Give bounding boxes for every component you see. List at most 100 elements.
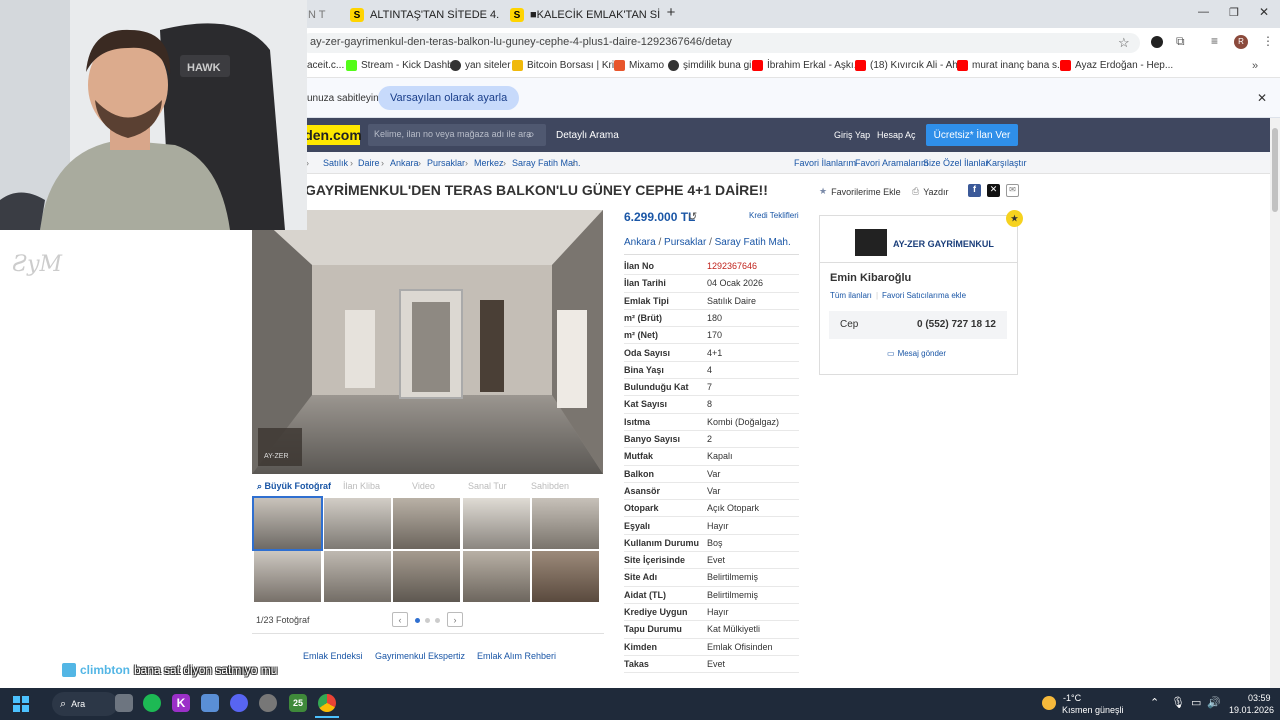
photo-thumbnail[interactable] <box>532 498 599 549</box>
bookmark-star-icon[interactable]: ☆ <box>1118 35 1130 51</box>
alim-rehberi-link[interactable]: Emlak Alım Rehberi <box>477 651 556 661</box>
special-ads-link[interactable]: Size Özel İlanlar <box>923 158 989 168</box>
close-window-icon[interactable]: ✕ <box>1259 5 1269 19</box>
set-default-button[interactable]: Varsayılan olarak ayarla <box>378 86 520 110</box>
ekspertiz-link[interactable]: Gayrimenkul Ekspertiz <box>375 651 465 661</box>
price-history-icon[interactable]: ↺ <box>688 210 697 223</box>
tray-expand-icon[interactable]: ⌃ <box>1150 696 1159 709</box>
browser-menu-icon[interactable]: ⋮ <box>1262 34 1274 48</box>
kick-app-icon[interactable]: K <box>172 694 190 712</box>
site-logo[interactable]: den.com <box>304 125 362 145</box>
x-share-icon[interactable]: ✕ <box>987 184 1000 197</box>
windows-start-icon[interactable] <box>13 696 29 712</box>
bookmark-item[interactable]: şimdilik buna gir <box>668 60 755 71</box>
facebook-share-icon[interactable]: f <box>968 184 981 197</box>
bookmark-item[interactable]: aceit.c... <box>307 60 344 71</box>
extensions-puzzle-icon[interactable]: ⧉ <box>1176 34 1185 49</box>
seller-logo[interactable] <box>855 229 887 256</box>
bookmark-item[interactable]: yan siteler <box>450 60 511 71</box>
clock-date[interactable]: 19.01.2026 <box>1229 705 1274 715</box>
breadcrumb-item[interactable]: Merkez <box>474 158 504 168</box>
breadcrumb-item[interactable]: Ankara <box>390 158 419 168</box>
tab-altintas[interactable]: S ALTINTAŞ'TAN SİTEDE 4.KAT 3+ ✕ <box>342 4 500 26</box>
photo-thumbnail[interactable] <box>393 498 460 549</box>
bookmark-item[interactable]: İbrahim Erkal - Aşkı... <box>752 60 862 71</box>
bookmark-item[interactable]: (18) Kıvırcık Ali - Ah... <box>855 60 966 71</box>
tab-kalecik[interactable]: S ■KALECİK EMLAK'TAN SİTE'DE ✕ <box>502 4 660 26</box>
app-icon[interactable]: 25 <box>289 694 307 712</box>
weather-sun-icon[interactable] <box>1042 696 1056 710</box>
breadcrumb-item[interactable]: Satılık <box>323 158 348 168</box>
add-favorite-button[interactable]: ★ Favorilerime Ekle <box>819 186 901 197</box>
next-page-button[interactable]: › <box>447 612 463 627</box>
tab-sahibinden[interactable]: Sahibden <box>531 481 569 491</box>
post-ad-button[interactable]: Ücretsiz* İlan Ver <box>926 124 1018 146</box>
profile-avatar[interactable]: R <box>1234 35 1248 49</box>
tab-large-photo[interactable]: ⌕ Büyük Fotoğraf <box>257 481 331 492</box>
breadcrumb-item[interactable]: Daire <box>358 158 380 168</box>
page-dot[interactable] <box>435 618 440 623</box>
photo-thumbnail[interactable] <box>323 551 391 602</box>
location-city[interactable]: Ankara <box>624 237 656 248</box>
app-icon[interactable] <box>201 694 219 712</box>
url-bar[interactable]: ay-zer-gayrimenkul-den-teras-balkon-lu-g… <box>300 33 1140 53</box>
detailed-search-link[interactable]: Detaylı Arama <box>556 130 619 141</box>
clock-time[interactable]: 03:59 <box>1248 693 1271 703</box>
media-controls-icon[interactable]: ≡ <box>1211 34 1218 48</box>
new-tab-button[interactable]: + <box>663 5 679 21</box>
tab-virtual-tour[interactable]: Sanal Tur <box>468 481 507 491</box>
microphone-icon[interactable]: 🎙 <box>1171 696 1185 709</box>
page-dot[interactable] <box>415 618 420 623</box>
volume-icon[interactable]: 🔊 <box>1207 696 1221 709</box>
photo-thumbnail[interactable] <box>532 551 599 602</box>
scrollbar-thumb[interactable] <box>1272 128 1278 212</box>
breadcrumb-item[interactable]: Pursaklar <box>427 158 465 168</box>
compare-link[interactable]: Karşılaştır <box>986 158 1027 168</box>
photo-thumbnail[interactable] <box>323 498 391 549</box>
obs-icon[interactable] <box>259 694 277 712</box>
close-infobar-icon[interactable]: ✕ <box>1257 91 1267 105</box>
photo-thumbnail[interactable] <box>254 551 321 602</box>
bookmark-item[interactable]: Ayaz Erdoğan - Hep... <box>1060 60 1173 71</box>
display-icon[interactable]: ▭ <box>1191 696 1201 709</box>
credit-offers-link[interactable]: Kredi Teklifleri <box>749 211 799 220</box>
email-share-icon[interactable]: ✉ <box>1006 184 1019 197</box>
photo-thumbnail[interactable] <box>393 551 460 602</box>
favorite-searches-link[interactable]: Favori Aramalarım <box>855 158 929 168</box>
seller-company-name[interactable]: AY-ZER GAYRİMENKUL <box>893 239 994 249</box>
all-ads-link[interactable]: Tüm ilanları <box>830 291 872 300</box>
location-district[interactable]: Pursaklar <box>664 237 706 248</box>
register-link[interactable]: Hesap Aç <box>877 130 916 140</box>
photo-thumbnail[interactable] <box>462 498 530 549</box>
photo-thumbnail[interactable] <box>252 496 323 551</box>
prev-page-button[interactable]: ‹ <box>392 612 408 627</box>
bookmark-item[interactable]: murat inanç bana s... <box>957 60 1065 71</box>
send-message-button[interactable]: ▭ Mesaj gönder <box>887 349 946 358</box>
taskbar-search[interactable]: ⌕ Ara <box>52 692 118 716</box>
more-bookmarks-icon[interactable]: » <box>1252 60 1258 72</box>
search-icon[interactable]: ⌕ <box>528 127 535 142</box>
favorite-ads-link[interactable]: Favori İlanlarım <box>794 158 856 168</box>
page-dot[interactable] <box>425 618 430 623</box>
tab-video[interactable]: Video <box>412 481 435 491</box>
minimize-icon[interactable]: — <box>1198 6 1209 18</box>
favorite-seller-link[interactable]: Favori Satıcılarıma ekle <box>882 291 966 300</box>
location-neighborhood[interactable]: Saray Fatih Mah. <box>715 237 791 248</box>
bookmark-item[interactable]: Mixamo <box>614 60 664 71</box>
main-photo[interactable] <box>252 210 603 474</box>
login-link[interactable]: Giriş Yap <box>834 130 870 140</box>
chrome-icon[interactable] <box>318 694 336 712</box>
spotify-icon[interactable] <box>143 694 161 712</box>
bookmark-item[interactable]: Stream - Kick Dashb... <box>346 60 461 71</box>
breadcrumb-item[interactable]: Saray Fatih Mah. <box>512 158 581 168</box>
discord-icon[interactable] <box>230 694 248 712</box>
bookmark-item[interactable]: Bitcoin Borsası | Kri... <box>512 60 622 71</box>
maximize-icon[interactable]: ❐ <box>1229 6 1239 19</box>
print-button[interactable]: ⎙ Yazdır <box>912 186 949 197</box>
extension-icon[interactable] <box>1151 36 1163 48</box>
photo-thumbnail[interactable] <box>462 551 530 602</box>
file-explorer-icon[interactable] <box>115 694 133 712</box>
search-input[interactable]: Kelime, ilan no veya mağaza adı ile ara <box>368 124 546 146</box>
emlak-endeksi-link[interactable]: Emlak Endeksi <box>303 651 363 661</box>
tab-ad-clip[interactable]: İlan Kliba <box>343 481 380 491</box>
